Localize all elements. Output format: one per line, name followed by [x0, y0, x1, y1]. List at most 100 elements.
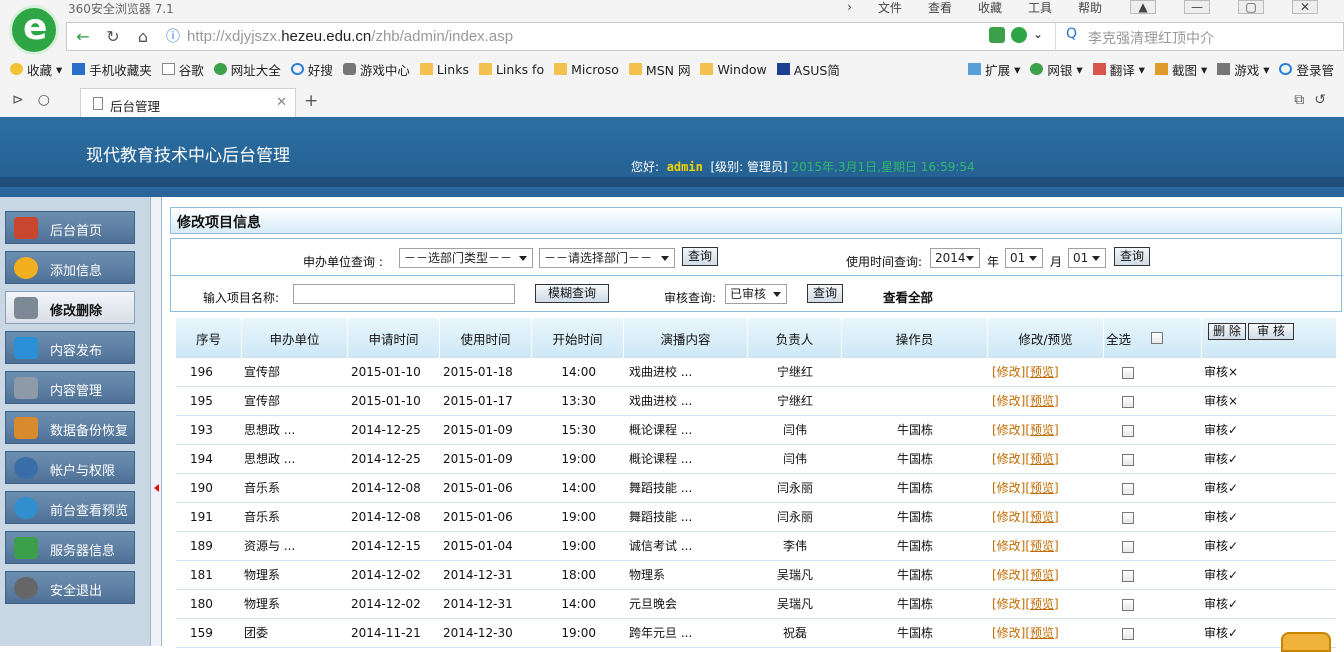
url-dropdown-icon[interactable]: ⌄: [1033, 27, 1049, 43]
floating-widget-icon[interactable]: [1281, 632, 1331, 652]
bookmark-mobile[interactable]: 手机收藏夹: [72, 60, 152, 79]
toolbar-extensions[interactable]: 扩展 ▾: [968, 60, 1020, 79]
month-select[interactable]: 01: [1005, 248, 1043, 268]
preview-link[interactable]: [预览]: [1025, 365, 1058, 379]
dept-select[interactable]: －－请选择部门－－: [539, 248, 675, 268]
window-up-icon[interactable]: ▲: [1130, 0, 1156, 14]
menu-back-icon[interactable]: ›: [847, 0, 852, 14]
edit-link[interactable]: [修改]: [992, 423, 1025, 437]
home-icon[interactable]: ⌂: [131, 26, 155, 48]
edit-link[interactable]: [修改]: [992, 626, 1025, 640]
preview-link[interactable]: [预览]: [1025, 452, 1058, 466]
window-maximize-icon[interactable]: ▢: [1238, 0, 1264, 14]
sidebar-item-add[interactable]: 添加信息: [5, 251, 135, 284]
audit-status[interactable]: 审核✓: [1204, 532, 1284, 561]
preview-link[interactable]: [预览]: [1025, 626, 1058, 640]
close-tab-icon[interactable]: ✕: [276, 95, 287, 110]
bookmark-google[interactable]: 谷歌: [161, 60, 204, 79]
row-checkbox[interactable]: [1122, 367, 1134, 379]
bookmark-asus[interactable]: ASUS简: [776, 60, 840, 79]
row-checkbox[interactable]: [1122, 512, 1134, 524]
sidebar-item-logout[interactable]: 安全退出: [5, 571, 135, 604]
row-checkbox[interactable]: [1122, 541, 1134, 553]
sidebar-item-accounts[interactable]: 帐户与权限: [5, 451, 135, 484]
bookmark-haosou[interactable]: 好搜: [290, 60, 333, 79]
search-input[interactable]: 李克强清理红顶中介: [1088, 28, 1214, 48]
audit-select[interactable]: 已审核: [725, 284, 787, 304]
speed-mode-icon[interactable]: [1011, 27, 1027, 43]
bookmark-links[interactable]: Links: [419, 62, 469, 77]
preview-link[interactable]: [预览]: [1025, 597, 1058, 611]
row-checkbox[interactable]: [1122, 599, 1134, 611]
row-checkbox[interactable]: [1122, 396, 1134, 408]
audit-status[interactable]: 审核✓: [1204, 590, 1284, 619]
menu-favorites[interactable]: 收藏: [978, 0, 1002, 16]
sidebar-toggle-icon[interactable]: ⊳○: [12, 92, 64, 108]
sidebar-item-preview[interactable]: 前台查看预览: [5, 491, 135, 524]
menu-help[interactable]: 帮助: [1078, 0, 1102, 16]
year-select[interactable]: 2014: [930, 248, 980, 268]
menu-view[interactable]: 查看: [928, 0, 952, 16]
new-tab-icon[interactable]: +: [304, 91, 318, 111]
project-name-input[interactable]: [293, 284, 515, 304]
toolbar-bank[interactable]: 网银 ▾: [1030, 60, 1083, 79]
row-checkbox[interactable]: [1122, 628, 1134, 640]
toolbar-screenshot[interactable]: 截图 ▾: [1154, 60, 1207, 79]
audit-status[interactable]: 审核✓: [1204, 503, 1284, 532]
sidebar-item-edit-delete[interactable]: 修改删除: [5, 291, 135, 324]
row-checkbox[interactable]: [1122, 454, 1134, 466]
preview-link[interactable]: [预览]: [1025, 481, 1058, 495]
preview-link[interactable]: [预览]: [1025, 510, 1058, 524]
refresh-icon[interactable]: ↻: [101, 26, 125, 48]
query-audit-button[interactable]: 查询: [807, 284, 843, 303]
dept-type-select[interactable]: －－选部门类型－－: [399, 248, 533, 268]
back-arrow-icon[interactable]: ←: [71, 26, 95, 48]
bookmark-hao[interactable]: 网址大全: [213, 60, 281, 79]
collapse-arrow-icon[interactable]: [154, 484, 159, 492]
audit-status[interactable]: 审核✓: [1204, 445, 1284, 474]
row-checkbox[interactable]: [1122, 483, 1134, 495]
edit-link[interactable]: [修改]: [992, 539, 1025, 553]
row-checkbox[interactable]: [1122, 425, 1134, 437]
query-time-button[interactable]: 查询: [1114, 247, 1150, 266]
preview-link[interactable]: [预览]: [1025, 394, 1058, 408]
audit-status[interactable]: 审核✓: [1204, 416, 1284, 445]
select-all-checkbox[interactable]: [1151, 332, 1164, 344]
query-unit-button[interactable]: 查询: [682, 247, 718, 266]
address-bar[interactable]: ← ↻ ⌂ ⓘ http://xdjyjszx.hezeu.edu.cn/zhb…: [66, 22, 1344, 51]
bookmark-links-fo[interactable]: Links fo: [478, 62, 544, 77]
menu-tools[interactable]: 工具: [1028, 0, 1052, 16]
bookmark-games[interactable]: 游戏中心: [342, 60, 410, 79]
delete-button[interactable]: 删 除: [1208, 323, 1246, 340]
sidebar-splitter[interactable]: [150, 197, 162, 646]
row-checkbox[interactable]: [1122, 570, 1134, 582]
toolbar-login[interactable]: 登录管: [1279, 60, 1334, 79]
toolbar-translate[interactable]: 翻译 ▾: [1092, 60, 1145, 79]
fuzzy-query-button[interactable]: 模糊查询: [535, 284, 609, 303]
bookmark-msn[interactable]: MSN 网: [628, 60, 690, 79]
sidebar-item-publish[interactable]: 内容发布: [5, 331, 135, 364]
url-text[interactable]: http://xdjyjszx.hezeu.edu.cn/zhb/admin/i…: [187, 28, 513, 45]
sidebar-item-server[interactable]: 服务器信息: [5, 531, 135, 564]
sidebar-item-backup[interactable]: 数据备份恢复: [5, 411, 135, 444]
edit-link[interactable]: [修改]: [992, 510, 1025, 524]
edit-link[interactable]: [修改]: [992, 365, 1025, 379]
search-box[interactable]: Q 李克强清理红顶中介: [1055, 23, 1344, 50]
edit-link[interactable]: [修改]: [992, 452, 1025, 466]
preview-link[interactable]: [预览]: [1025, 568, 1058, 582]
audit-status[interactable]: 审核✓: [1204, 619, 1284, 648]
edit-link[interactable]: [修改]: [992, 597, 1025, 611]
bookmark-window[interactable]: Window: [700, 62, 767, 77]
preview-link[interactable]: [预览]: [1025, 539, 1058, 553]
window-minimize-icon[interactable]: —: [1184, 0, 1210, 14]
audit-status[interactable]: 审核✓: [1204, 561, 1284, 590]
menu-file[interactable]: 文件: [878, 0, 902, 16]
tab-tools-icon[interactable]: ⧉↺: [1294, 92, 1336, 108]
site-info-icon[interactable]: ⓘ: [161, 26, 185, 48]
audit-status[interactable]: 审核✓: [1204, 474, 1284, 503]
view-all-link[interactable]: 查看全部: [883, 287, 933, 306]
edit-link[interactable]: [修改]: [992, 481, 1025, 495]
qr-code-icon[interactable]: [989, 27, 1005, 43]
audit-button[interactable]: 审 核: [1248, 323, 1294, 340]
preview-link[interactable]: [预览]: [1025, 423, 1058, 437]
